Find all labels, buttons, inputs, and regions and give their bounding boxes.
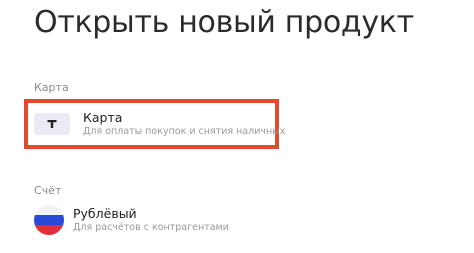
product-name: Рублёвый [73, 206, 137, 221]
product-item-card[interactable]: Карта Для оплаты покупок и снятия наличн… [34, 110, 285, 138]
section-label-card: Карта [34, 81, 69, 94]
product-text: Рублёвый Для расчётов с контрагентами [73, 206, 229, 234]
page-title: Открыть новый продукт [34, 5, 414, 40]
open-product-page: Открыть новый продукт Карта Карта Для оп… [0, 0, 474, 253]
section-label-account: Счёт [34, 184, 62, 197]
product-description: Для оплаты покупок и снятия наличных [83, 126, 286, 137]
product-item-ruble-account[interactable]: Рублёвый Для расчётов с контрагентами [34, 205, 229, 235]
russian-flag-icon [34, 205, 64, 235]
product-text: Карта Для оплаты покупок и снятия наличн… [83, 110, 285, 138]
product-name: Карта [83, 110, 123, 125]
card-icon [34, 113, 70, 135]
product-description: Для расчётов с контрагентами [73, 222, 229, 233]
